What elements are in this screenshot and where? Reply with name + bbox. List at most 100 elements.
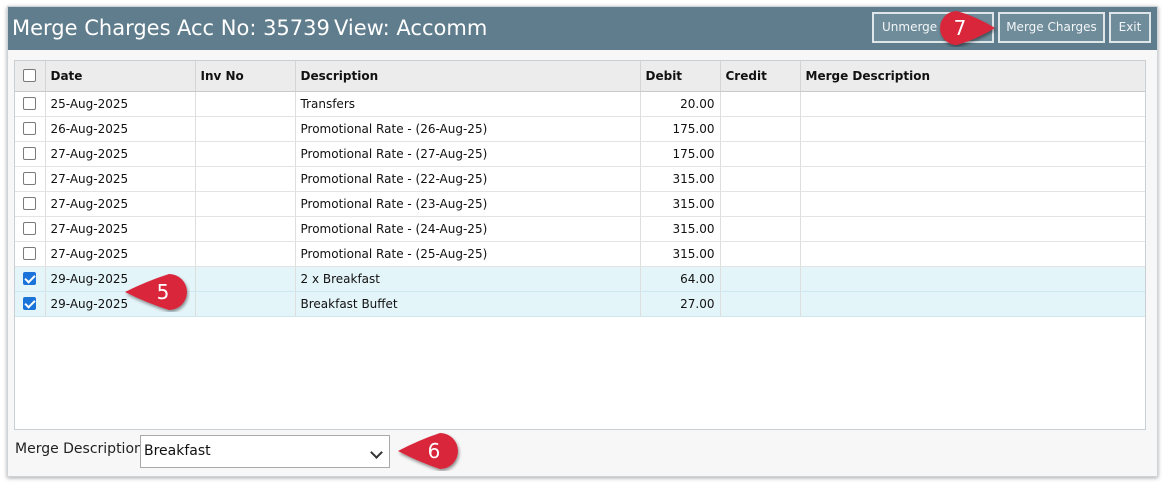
cell-credit bbox=[720, 116, 801, 142]
cell-merge-description bbox=[800, 91, 1145, 117]
cell-description: Promotional Rate - (26-Aug-25) bbox=[295, 116, 641, 142]
cell-merge-description bbox=[800, 191, 1145, 217]
cell-description: Promotional Rate - (25-Aug-25) bbox=[295, 241, 641, 267]
account-number: Acc No: 35739 bbox=[177, 16, 330, 40]
cell-description: Promotional Rate - (22-Aug-25) bbox=[295, 166, 641, 192]
merge-description-value: Breakfast bbox=[144, 443, 211, 459]
row-select-cell bbox=[15, 116, 46, 142]
cell-inv-no bbox=[195, 141, 296, 167]
cell-credit bbox=[720, 141, 801, 167]
row-select-cell bbox=[15, 266, 46, 292]
column-header-merge-description[interactable]: Merge Description bbox=[800, 61, 1145, 92]
column-header-description[interactable]: Description bbox=[295, 61, 641, 92]
cell-description: Breakfast Buffet bbox=[295, 291, 641, 317]
row-checkbox[interactable] bbox=[23, 247, 37, 260]
row-checkbox[interactable] bbox=[23, 197, 37, 210]
cell-date: 27-Aug-2025 bbox=[45, 241, 196, 267]
column-header-credit[interactable]: Credit bbox=[720, 61, 801, 92]
cell-merge-description bbox=[800, 266, 1145, 292]
column-header-date[interactable]: Date bbox=[45, 61, 196, 92]
cell-inv-no bbox=[195, 241, 296, 267]
table-row[interactable]: 27-Aug-2025 Promotional Rate - (27-Aug-25… bbox=[15, 141, 1145, 167]
row-checkbox[interactable] bbox=[23, 272, 37, 285]
cell-debit: 315.00 bbox=[640, 241, 721, 267]
cell-inv-no bbox=[195, 91, 296, 117]
table-header-row: Date Inv No Description Debit Credit Mer… bbox=[15, 61, 1145, 92]
cell-date: 27-Aug-2025 bbox=[45, 191, 196, 217]
table-row[interactable]: 27-Aug-2025 Promotional Rate - (23-Aug-25… bbox=[15, 191, 1145, 217]
callout-step-6: 6 bbox=[395, 431, 463, 471]
callout-number: 7 bbox=[953, 16, 967, 40]
cell-credit bbox=[720, 266, 801, 292]
cell-debit: 64.00 bbox=[640, 266, 721, 292]
chevron-down-icon bbox=[370, 446, 383, 459]
cell-inv-no bbox=[195, 166, 296, 192]
callout-step-5: 5 bbox=[122, 272, 190, 312]
cell-description: Promotional Rate - (23-Aug-25) bbox=[295, 191, 641, 217]
window-title: Merge Charges bbox=[12, 16, 171, 40]
row-checkbox[interactable] bbox=[23, 222, 37, 235]
row-select-cell bbox=[15, 91, 46, 117]
cell-merge-description bbox=[800, 166, 1145, 192]
cell-merge-description bbox=[800, 241, 1145, 267]
select-all-checkbox[interactable] bbox=[23, 69, 37, 83]
row-checkbox[interactable] bbox=[23, 147, 37, 160]
cell-debit: 20.00 bbox=[640, 91, 721, 117]
cell-debit: 315.00 bbox=[640, 166, 721, 192]
row-select-cell bbox=[15, 241, 46, 267]
row-select-cell bbox=[15, 166, 46, 192]
cell-description: Transfers bbox=[295, 91, 641, 117]
callout-step-7: 7 bbox=[937, 9, 999, 47]
cell-description: Promotional Rate - (24-Aug-25) bbox=[295, 216, 641, 242]
cell-credit bbox=[720, 91, 801, 117]
row-select-cell bbox=[15, 141, 46, 167]
cell-description: Promotional Rate - (27-Aug-25) bbox=[295, 141, 641, 167]
cell-merge-description bbox=[800, 116, 1145, 142]
row-select-cell bbox=[15, 216, 46, 242]
merge-charges-window: Merge Charges Acc No: 35739 View: Accomm… bbox=[7, 6, 1158, 477]
cell-debit: 175.00 bbox=[640, 141, 721, 167]
cell-debit: 315.00 bbox=[640, 216, 721, 242]
cell-date: 25-Aug-2025 bbox=[45, 91, 196, 117]
cell-debit: 175.00 bbox=[640, 116, 721, 142]
row-select-cell bbox=[15, 191, 46, 217]
cell-date: 27-Aug-2025 bbox=[45, 166, 196, 192]
column-header-debit[interactable]: Debit bbox=[640, 61, 721, 92]
table-row[interactable]: 26-Aug-2025 Promotional Rate - (26-Aug-25… bbox=[15, 116, 1145, 142]
row-checkbox[interactable] bbox=[23, 122, 37, 135]
cell-credit bbox=[720, 291, 801, 317]
cell-inv-no bbox=[195, 266, 296, 292]
table-row[interactable]: 27-Aug-2025 Promotional Rate - (25-Aug-25… bbox=[15, 241, 1145, 267]
cell-inv-no bbox=[195, 191, 296, 217]
view-label: View: Accomm bbox=[334, 16, 488, 40]
cell-date: 27-Aug-2025 bbox=[45, 216, 196, 242]
cell-merge-description bbox=[800, 141, 1145, 167]
merge-charges-button[interactable]: Merge Charges bbox=[998, 12, 1105, 43]
row-checkbox[interactable] bbox=[23, 297, 37, 310]
row-select-cell bbox=[15, 291, 46, 317]
table-row[interactable]: 27-Aug-2025 Promotional Rate - (24-Aug-25… bbox=[15, 216, 1145, 242]
cell-credit bbox=[720, 216, 801, 242]
exit-button[interactable]: Exit bbox=[1109, 12, 1151, 43]
table-row[interactable]: 27-Aug-2025 Promotional Rate - (22-Aug-25… bbox=[15, 166, 1145, 192]
column-header-inv-no[interactable]: Inv No bbox=[195, 61, 296, 92]
cell-date: 27-Aug-2025 bbox=[45, 141, 196, 167]
cell-inv-no bbox=[195, 291, 296, 317]
table-row[interactable]: 25-Aug-2025 Transfers 20.00 bbox=[15, 91, 1145, 117]
cell-debit: 27.00 bbox=[640, 291, 721, 317]
cell-inv-no bbox=[195, 116, 296, 142]
merge-description-select[interactable]: Breakfast bbox=[140, 435, 390, 468]
cell-description: 2 x Breakfast bbox=[295, 266, 641, 292]
merge-description-label: Merge Description bbox=[15, 441, 143, 457]
cell-merge-description bbox=[800, 216, 1145, 242]
cell-credit bbox=[720, 166, 801, 192]
row-checkbox[interactable] bbox=[23, 97, 37, 110]
cell-credit bbox=[720, 191, 801, 217]
callout-number: 6 bbox=[427, 439, 441, 463]
row-checkbox[interactable] bbox=[23, 172, 37, 185]
cell-credit bbox=[720, 241, 801, 267]
callout-number: 5 bbox=[156, 280, 170, 304]
select-all-header bbox=[15, 61, 46, 92]
cell-inv-no bbox=[195, 216, 296, 242]
cell-date: 26-Aug-2025 bbox=[45, 116, 196, 142]
